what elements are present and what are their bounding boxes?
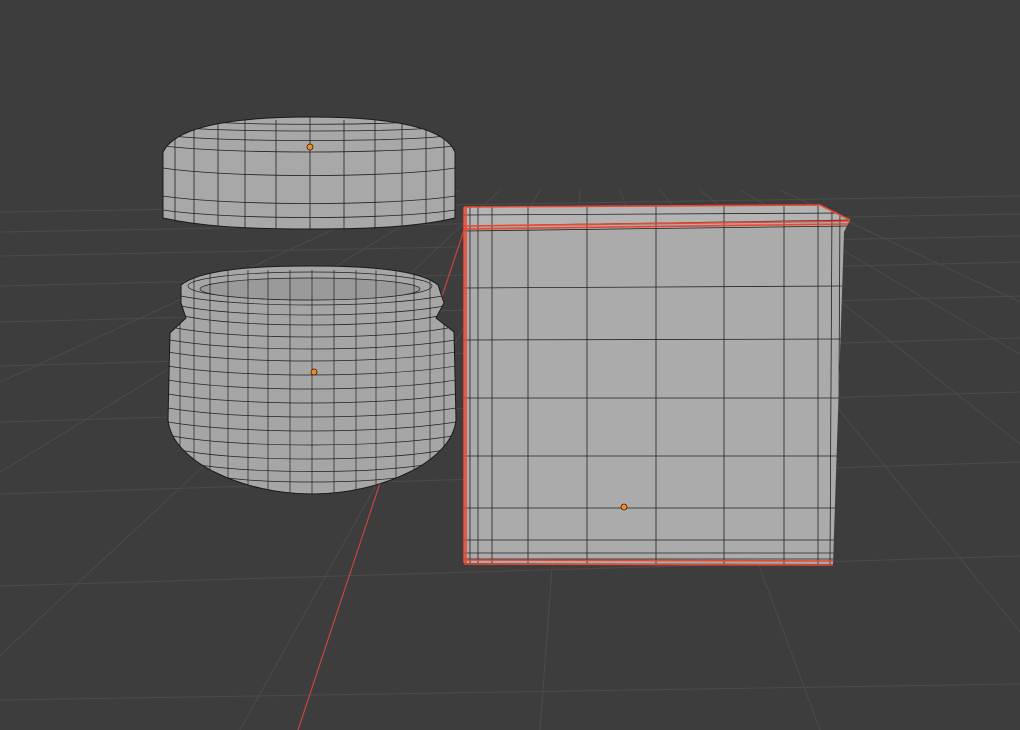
jar-body-origin-icon — [310, 368, 318, 376]
jar-body-mesh[interactable] — [167, 265, 457, 500]
cube-origin-icon — [620, 503, 628, 511]
jar-lid-origin-icon — [306, 143, 314, 151]
jar-lid-mesh[interactable] — [162, 116, 456, 230]
3d-viewport[interactable] — [0, 0, 1020, 730]
cube-mesh[interactable] — [463, 204, 851, 566]
